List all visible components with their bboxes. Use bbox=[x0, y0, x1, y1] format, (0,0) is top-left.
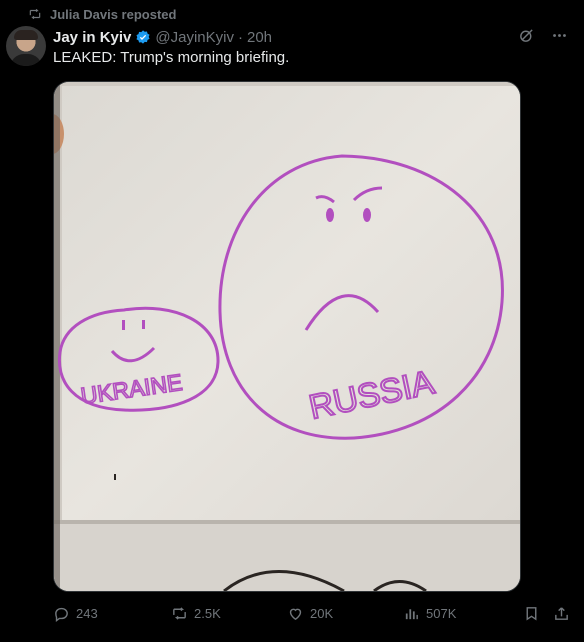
views-icon bbox=[405, 608, 418, 619]
bookmark-icon bbox=[526, 606, 537, 620]
bookmark-button[interactable] bbox=[523, 605, 540, 622]
repost-header[interactable]: Julia Davis reposted bbox=[28, 6, 176, 22]
repost-button[interactable]: 2.5K bbox=[171, 605, 221, 622]
share-button[interactable] bbox=[553, 605, 570, 622]
author-name[interactable]: Jay in Kyiv bbox=[53, 29, 131, 46]
tweet-actions-bar: 243 2.5K 20K 507K bbox=[53, 602, 574, 624]
tweet-text: LEAKED: Trump's morning briefing. bbox=[53, 49, 290, 66]
reply-icon bbox=[55, 607, 68, 622]
heart-icon bbox=[289, 608, 302, 620]
share-icon bbox=[555, 606, 568, 620]
tweet-header: Jay in Kyiv @JayinKyiv · 20h bbox=[53, 27, 272, 47]
repost-icon bbox=[173, 606, 186, 620]
tweet-top-actions bbox=[518, 27, 568, 44]
avatar[interactable] bbox=[6, 26, 46, 66]
tweet-media-image[interactable]: RUSSIA UKRAINE bbox=[53, 81, 521, 592]
repost-count: 2.5K bbox=[194, 605, 221, 621]
drawing-photo: RUSSIA UKRAINE bbox=[54, 82, 520, 591]
repost-text: Julia Davis reposted bbox=[50, 6, 177, 22]
views-button[interactable]: 507K bbox=[403, 605, 456, 622]
reply-count: 243 bbox=[76, 605, 98, 621]
separator-dot: · bbox=[237, 28, 243, 46]
more-options-icon[interactable] bbox=[551, 27, 568, 44]
views-count: 507K bbox=[426, 605, 457, 621]
reply-button[interactable]: 243 bbox=[53, 605, 98, 622]
tweet-time[interactable]: 20h bbox=[247, 29, 272, 46]
author-handle[interactable]: @JayinKyiv bbox=[155, 29, 234, 46]
like-count: 20K bbox=[310, 605, 334, 621]
verified-badge-icon bbox=[136, 30, 150, 44]
repost-icon bbox=[29, 8, 41, 20]
grok-icon[interactable] bbox=[518, 27, 535, 44]
like-button[interactable]: 20K bbox=[287, 605, 333, 622]
